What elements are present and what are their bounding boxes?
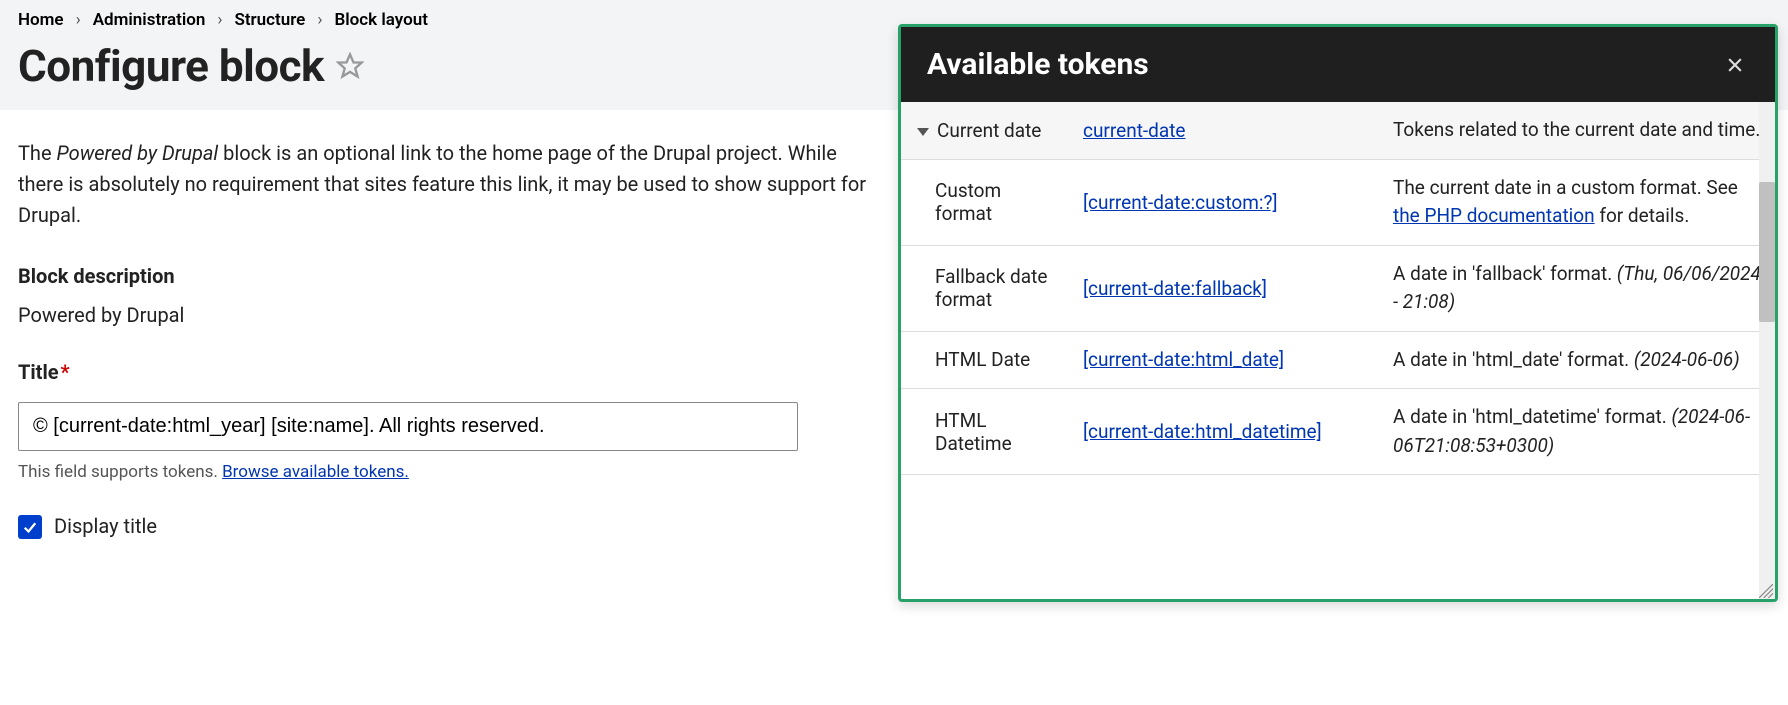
token-link[interactable]: [current-date:html_date] [1083, 348, 1284, 371]
breadcrumb-structure[interactable]: Structure [234, 10, 305, 30]
breadcrumb-administration[interactable]: Administration [93, 10, 206, 30]
token-row: Fallback date format [current-date:fallb… [901, 245, 1775, 331]
dialog-header: Available tokens [901, 27, 1775, 102]
token-link[interactable]: [current-date:custom:?] [1083, 191, 1278, 214]
token-description: A date in 'fallback' format. (Thu, 06/06… [1381, 245, 1775, 331]
star-icon[interactable] [336, 52, 364, 80]
breadcrumb-home[interactable]: Home [18, 10, 64, 30]
token-name: HTML Datetime [901, 389, 1071, 475]
chevron-down-icon[interactable] [917, 128, 929, 136]
block-description-value: Powered by Drupal [18, 300, 882, 331]
breadcrumb-block-layout[interactable]: Block layout [334, 10, 427, 30]
token-description: A date in 'html_datetime' format. (2024-… [1381, 389, 1775, 475]
title-help-text: This field supports tokens. Browse avail… [18, 459, 882, 485]
content-region: The Powered by Drupal block is an option… [0, 110, 900, 570]
resize-grip-icon[interactable] [1759, 583, 1773, 597]
chevron-right-icon: › [76, 10, 81, 30]
block-description-field: Block description Powered by Drupal [18, 261, 882, 331]
token-link[interactable]: [current-date:html_datetime] [1083, 420, 1322, 443]
token-row: HTML Date [current-date:html_date] A dat… [901, 331, 1775, 389]
intro-text: The Powered by Drupal block is an option… [18, 138, 882, 231]
token-link[interactable]: [current-date:fallback] [1083, 277, 1267, 300]
token-name: HTML Date [901, 331, 1071, 389]
token-row: Custom format [current-date:custom:?] Th… [901, 159, 1775, 245]
dialog-title: Available tokens [927, 47, 1149, 82]
title-field-group: Title* This field supports tokens. Brows… [18, 357, 882, 485]
display-title-checkbox[interactable] [18, 515, 42, 539]
tokens-dialog: Available tokens Current date current-da… [898, 24, 1778, 602]
display-title-row: Display title [18, 511, 882, 542]
token-name: Current date [937, 119, 1041, 142]
block-description-label: Block description [18, 261, 882, 292]
token-description: The current date in a custom format. See… [1381, 159, 1775, 245]
token-table: Current date current-date Tokens related… [901, 102, 1775, 475]
chevron-right-icon: › [317, 10, 322, 30]
page-title: Configure block [18, 40, 324, 92]
token-description: Tokens related to the current date and t… [1381, 102, 1775, 159]
php-doc-link[interactable]: the PHP documentation [1393, 204, 1595, 227]
close-icon[interactable] [1721, 51, 1749, 79]
token-description: A date in 'html_date' format. (2024-06-0… [1381, 331, 1775, 389]
title-input[interactable] [18, 402, 798, 451]
browse-tokens-link[interactable]: Browse available tokens. [222, 462, 409, 482]
chevron-right-icon: › [217, 10, 222, 30]
scrollbar-track[interactable] [1759, 102, 1775, 599]
token-link[interactable]: current-date [1083, 119, 1186, 142]
token-name: Custom format [901, 159, 1071, 245]
token-group-row[interactable]: Current date current-date Tokens related… [901, 102, 1775, 159]
display-title-label: Display title [54, 511, 157, 542]
token-name: Fallback date format [901, 245, 1071, 331]
dialog-body[interactable]: Current date current-date Tokens related… [901, 102, 1775, 599]
title-label: Title* [18, 357, 882, 388]
token-row: HTML Datetime [current-date:html_datetim… [901, 389, 1775, 475]
scrollbar-thumb[interactable] [1759, 182, 1775, 322]
